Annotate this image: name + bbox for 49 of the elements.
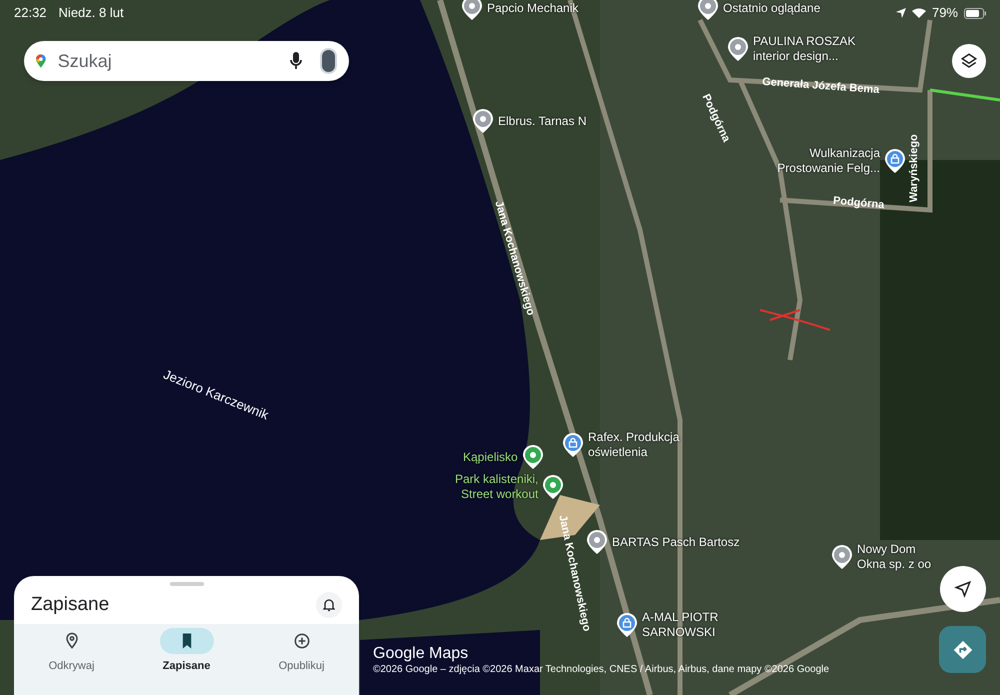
plus-circle-icon bbox=[292, 631, 312, 651]
map-pin-icon[interactable] bbox=[473, 109, 493, 133]
bell-icon bbox=[323, 598, 335, 612]
sheet-title: Zapisane bbox=[31, 592, 110, 617]
search-field[interactable]: Szukaj bbox=[58, 48, 290, 74]
battery-percent: 79% bbox=[932, 4, 958, 22]
search-bar[interactable]: Szukaj bbox=[24, 41, 349, 81]
road-label: Podgórna bbox=[832, 194, 885, 214]
clock-time: 22:32 bbox=[14, 4, 47, 22]
navigation-arrow-icon bbox=[954, 580, 972, 598]
microphone-icon[interactable] bbox=[290, 52, 302, 70]
place-label[interactable]: Papcio Mechanik bbox=[487, 0, 578, 16]
road-label: Generała Józefa Bema bbox=[762, 74, 880, 98]
nav-tab[interactable]: Opublikuj bbox=[252, 628, 352, 695]
notifications-button[interactable] bbox=[316, 592, 342, 618]
directions-icon bbox=[952, 638, 974, 660]
status-date: Niedz. 8 lut bbox=[58, 4, 124, 22]
place-label[interactable]: A-MAL PIOTR SARNOWSKI bbox=[642, 610, 718, 640]
place-label[interactable]: BARTAS Pasch Bartosz bbox=[612, 534, 740, 550]
map-pin-icon[interactable] bbox=[587, 530, 607, 554]
road-label: Waryńskiego bbox=[906, 134, 921, 202]
layers-icon bbox=[960, 52, 978, 70]
map-pin-icon[interactable] bbox=[462, 0, 482, 20]
wifi-icon bbox=[912, 8, 926, 18]
place-label[interactable]: Nowy Dom Okna sp. z oo bbox=[857, 542, 932, 572]
map-pin-icon[interactable] bbox=[543, 475, 564, 499]
map-pin-icon[interactable] bbox=[698, 0, 718, 20]
map-pin-icon[interactable] bbox=[563, 433, 583, 457]
map-pin-icon[interactable] bbox=[728, 37, 748, 61]
place-label[interactable]: Elbrus. Tarnas N bbox=[498, 114, 586, 128]
map-pin-icon[interactable] bbox=[885, 149, 905, 173]
drag-handle[interactable] bbox=[170, 582, 204, 586]
place-label[interactable]: Park kalisteniki, Street workout bbox=[455, 472, 538, 502]
directions-button[interactable] bbox=[939, 626, 986, 673]
maps-logo: Google Maps bbox=[373, 644, 468, 664]
nav-tab[interactable]: Zapisane bbox=[136, 628, 236, 695]
attribution-text: ©2026 Google – zdjęcia ©2026 Maxar Technologies, CNES / Airbus, Airbus, dane mapy ©2026 Google bbox=[373, 663, 830, 677]
map-pin-icon[interactable] bbox=[522, 445, 543, 469]
map-pin-icon[interactable] bbox=[832, 545, 852, 569]
place-label[interactable]: Wulkanizacja Prostowanie Felg... bbox=[777, 146, 880, 176]
place-label[interactable]: PAULINA ROSZAK interior design... bbox=[753, 34, 856, 64]
battery-icon bbox=[964, 8, 986, 18]
avatar[interactable] bbox=[320, 48, 337, 74]
place-label[interactable]: Kąpielisko bbox=[463, 450, 518, 464]
location-arrow-icon bbox=[896, 8, 906, 18]
map-pin-icon[interactable] bbox=[617, 613, 637, 637]
nav-tab[interactable]: Odkrywaj bbox=[22, 628, 122, 695]
place-label[interactable]: Rafex. Produkcja oświetlenia bbox=[588, 430, 680, 460]
place-label[interactable]: Ostatnio oglądane bbox=[723, 0, 820, 16]
